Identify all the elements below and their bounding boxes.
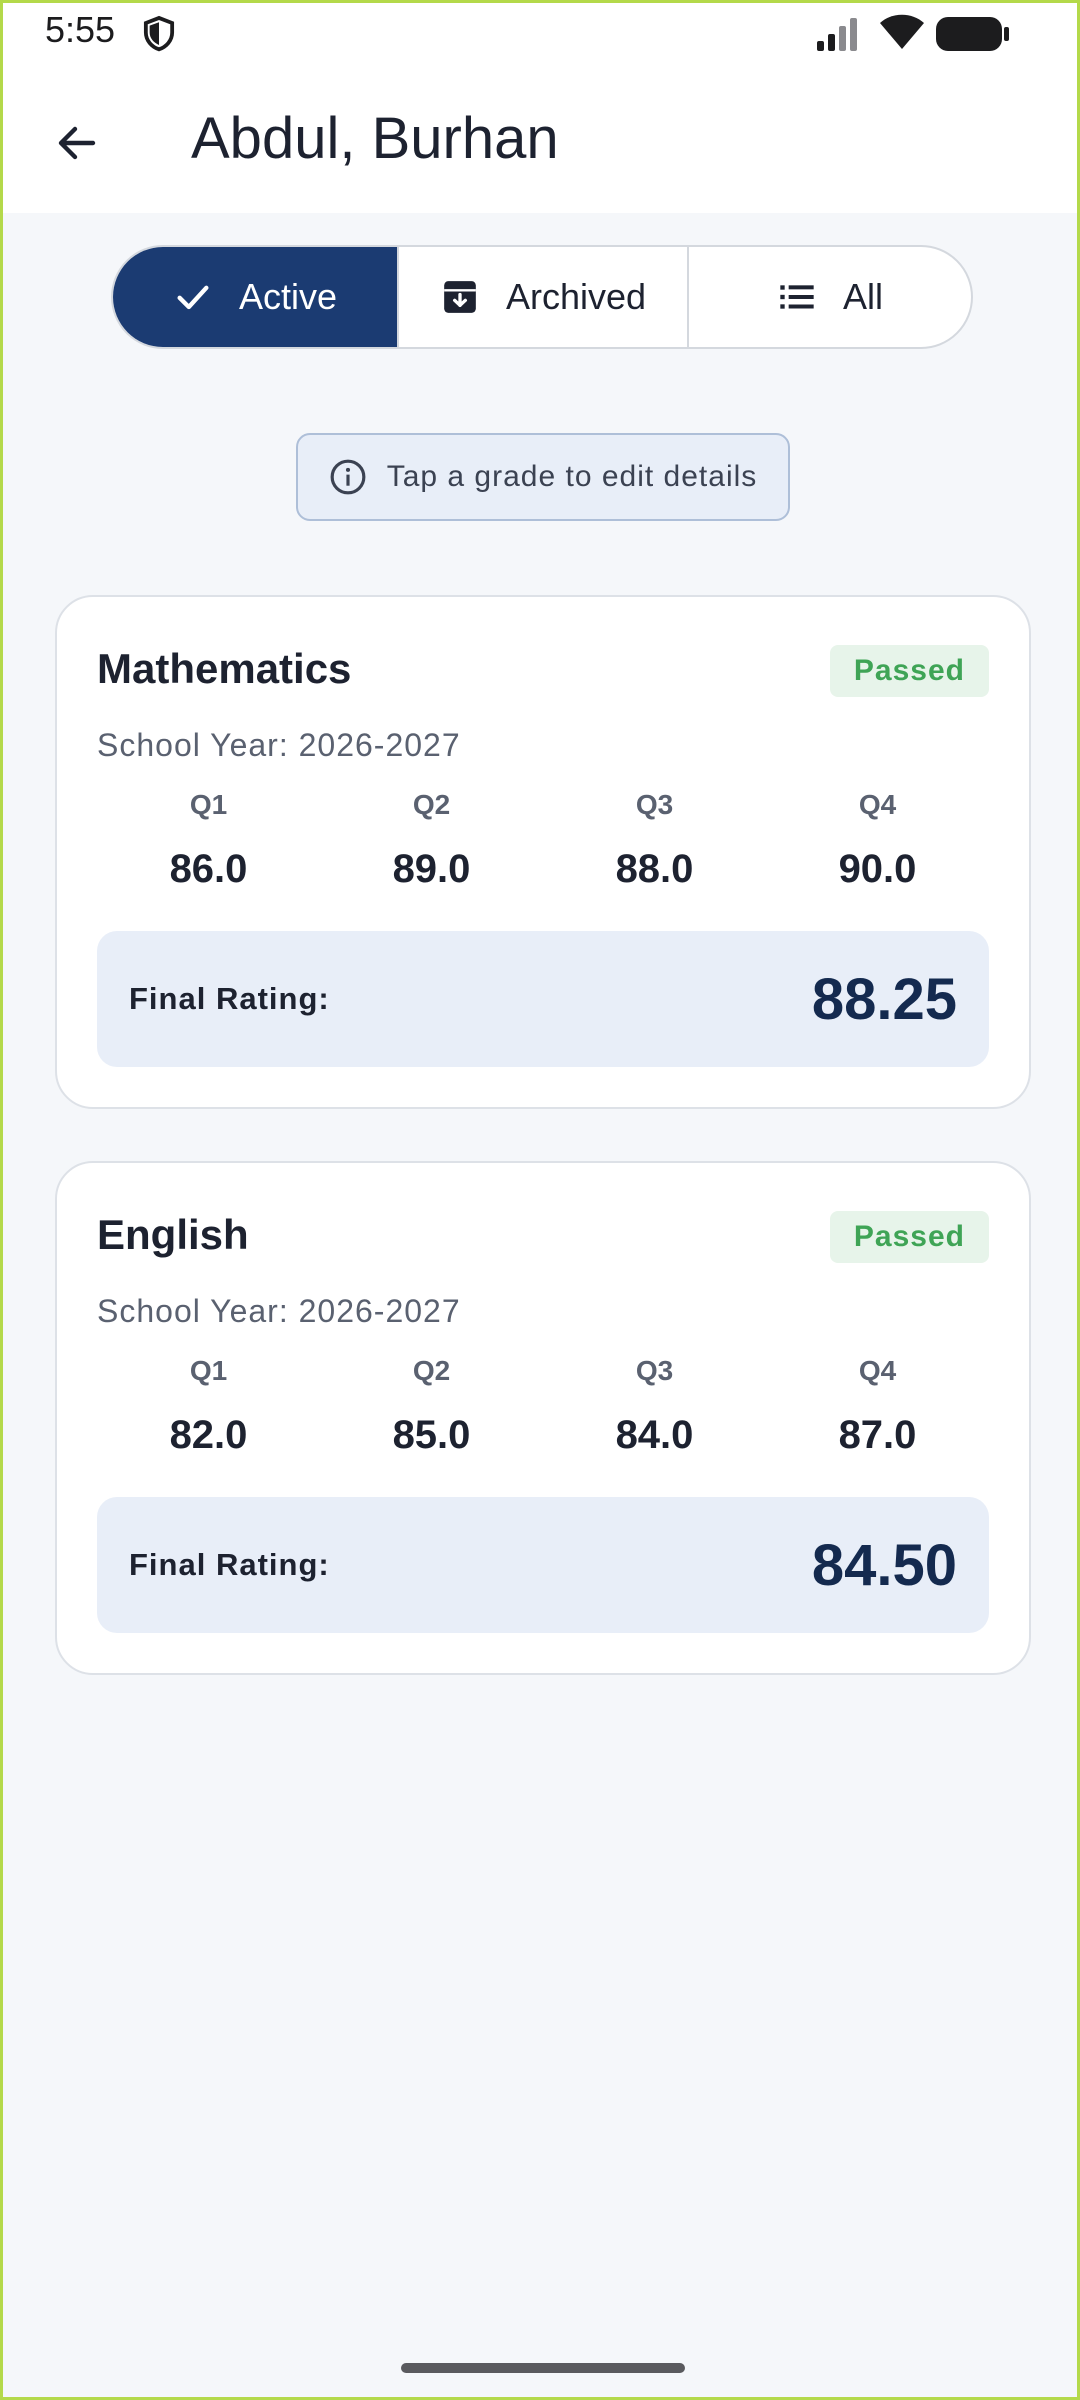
quarter-value: 85.0 xyxy=(392,1413,471,1457)
hint-text: Tap a grade to edit details xyxy=(386,460,758,493)
app-bar: Abdul, Burhan xyxy=(3,65,1077,213)
quarter-value: 89.0 xyxy=(392,847,471,891)
arrow-left-icon xyxy=(58,126,96,160)
grade-card-mathematics[interactable]: Mathematics Passed School Year: 2026-202… xyxy=(55,595,1031,1109)
final-rating-label: Final Rating: xyxy=(129,1547,330,1582)
quarter-q1: Q1 86.0 xyxy=(97,789,320,892)
final-rating: Final Rating: 88.25 xyxy=(97,931,989,1067)
status-badge: Passed xyxy=(829,645,989,697)
subject-name: English xyxy=(97,1211,249,1258)
tab-archived-label: Archived xyxy=(505,276,647,317)
battery-icon xyxy=(936,17,1009,51)
quarter-q3: Q3 88.0 xyxy=(543,789,766,892)
final-rating-value: 88.25 xyxy=(811,966,957,1032)
quarter-q1: Q1 82.0 xyxy=(97,1355,320,1458)
wifi-icon xyxy=(880,14,924,49)
quarter-grades: Q1 86.0 Q2 89.0 Q3 88.0 Q4 90.0 xyxy=(97,789,989,892)
archive-box-icon xyxy=(444,281,476,313)
quarter-value: 84.0 xyxy=(615,1413,694,1457)
quarter-value: 88.0 xyxy=(615,847,694,891)
quarter-value: 82.0 xyxy=(169,1413,248,1457)
quarter-value: 86.0 xyxy=(169,847,248,891)
tab-active-label: Active xyxy=(238,276,338,317)
page-title: Abdul, Burhan xyxy=(191,106,559,171)
quarter-label: Q4 xyxy=(858,1355,897,1386)
final-rating-value: 84.50 xyxy=(811,1532,957,1598)
quarter-q2: Q2 89.0 xyxy=(320,789,543,892)
quarter-q4: Q4 87.0 xyxy=(766,1355,989,1458)
quarter-label: Q3 xyxy=(635,1355,674,1386)
quarter-label: Q2 xyxy=(412,1355,451,1386)
grades-list: Mathematics Passed School Year: 2026-202… xyxy=(55,595,1031,1727)
quarter-label: Q3 xyxy=(635,789,674,820)
quarter-grades: Q1 82.0 Q2 85.0 Q3 84.0 Q4 87.0 xyxy=(97,1355,989,1458)
quarter-label: Q1 xyxy=(189,1355,228,1386)
check-icon xyxy=(177,285,209,310)
final-rating: Final Rating: 84.50 xyxy=(97,1497,989,1633)
tab-all-label: All xyxy=(842,276,883,317)
quarter-q4: Q4 90.0 xyxy=(766,789,989,892)
status-filter: Active Archived All xyxy=(111,245,973,349)
shield-icon xyxy=(143,15,175,52)
list-icon xyxy=(780,285,814,309)
status-time: 5:55 xyxy=(45,9,116,50)
tab-all[interactable]: All xyxy=(689,247,971,347)
subject-name: Mathematics xyxy=(97,645,352,692)
quarter-label: Q1 xyxy=(189,789,228,820)
back-button[interactable] xyxy=(37,103,117,183)
quarter-q2: Q2 85.0 xyxy=(320,1355,543,1458)
quarter-q3: Q3 84.0 xyxy=(543,1355,766,1458)
quarter-label: Q2 xyxy=(412,789,451,820)
tab-active[interactable]: Active xyxy=(113,247,399,347)
status-bar: 5:55 xyxy=(3,3,1077,65)
home-gesture-handle[interactable] xyxy=(401,2363,685,2373)
tab-archived[interactable]: Archived xyxy=(399,247,689,347)
info-icon xyxy=(330,459,366,495)
grade-card-english[interactable]: English Passed School Year: 2026-2027 Q1… xyxy=(55,1161,1031,1675)
signal-icon xyxy=(817,18,857,51)
quarter-label: Q4 xyxy=(858,789,897,820)
school-year: School Year: 2026-2027 xyxy=(97,727,461,763)
quarter-value: 90.0 xyxy=(838,847,917,891)
school-year: School Year: 2026-2027 xyxy=(97,1293,461,1329)
quarter-value: 87.0 xyxy=(838,1413,917,1457)
status-badge: Passed xyxy=(829,1211,989,1263)
edit-hint: Tap a grade to edit details xyxy=(296,433,790,521)
final-rating-label: Final Rating: xyxy=(129,981,330,1016)
